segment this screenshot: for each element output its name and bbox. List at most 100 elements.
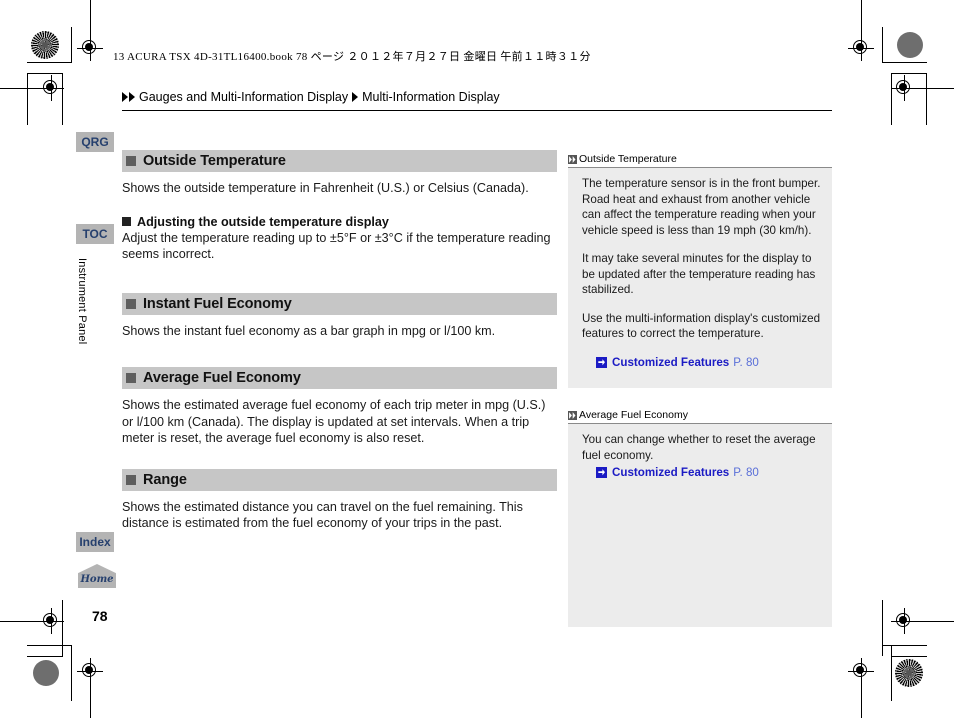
registration-rule	[89, 0, 91, 35]
crop-mark-line	[882, 600, 883, 656]
note-column: Outside Temperature The temperature sens…	[568, 153, 832, 627]
note-paragraph: Use the multi-information display's cust…	[582, 311, 821, 341]
square-bullet-icon	[126, 474, 136, 485]
double-chevron-icon	[568, 410, 577, 420]
sidebar-tab-toc[interactable]: TOC	[76, 224, 114, 244]
crop-mark-line	[891, 73, 927, 74]
print-file-header: 13 ACURA TSX 4D-31TL16400.book 78 ページ ２０…	[113, 51, 591, 63]
density-patch-solid	[33, 660, 59, 686]
sidebar-tab-index[interactable]: Index	[76, 532, 114, 552]
crop-mark-line	[882, 27, 883, 63]
registration-rule	[89, 684, 91, 718]
note-paragraph: You can change whether to reset the aver…	[582, 433, 816, 462]
density-patch-solid	[897, 32, 923, 58]
header-divider	[122, 110, 832, 111]
double-chevron-icon	[568, 154, 577, 164]
jump-arrow-icon	[596, 467, 607, 479]
note-title: Outside Temperature	[579, 153, 677, 165]
section-range: Range Shows the estimated distance you c…	[122, 468, 557, 532]
registration-target-icon	[38, 608, 64, 634]
breadcrumb-arrow-icon	[122, 92, 128, 102]
section-title: Outside Temperature	[143, 153, 286, 169]
sidebar-tab-qrg[interactable]: QRG	[76, 132, 114, 152]
section-header-bar: Instant Fuel Economy	[122, 292, 557, 315]
sidebar-tab-home[interactable]: Home	[78, 564, 116, 588]
square-bullet-icon	[122, 217, 131, 226]
subsection-title: Adjusting the outside temperature displa…	[137, 214, 389, 229]
cross-reference-link[interactable]: Customized Features P. 80	[582, 355, 822, 371]
note-body: You can change whether to reset the aver…	[568, 423, 832, 627]
registration-target-icon	[891, 608, 917, 634]
breadcrumb-level1[interactable]: Gauges and Multi-Information Display	[139, 90, 348, 104]
crop-mark-line	[882, 645, 927, 646]
note-outside-temperature: Outside Temperature The temperature sens…	[568, 153, 832, 388]
page-number: 78	[92, 608, 108, 624]
cross-reference-page: P. 80	[733, 355, 759, 369]
main-content: Outside Temperature Shows the outside te…	[122, 150, 557, 532]
registration-target-icon	[848, 35, 874, 61]
section-header-bar: Range	[122, 468, 557, 491]
cross-reference-page: P. 80	[733, 466, 759, 479]
crop-mark-line	[27, 73, 63, 74]
note-header: Outside Temperature	[568, 153, 832, 167]
breadcrumb-arrow-icon	[129, 92, 135, 102]
breadcrumb-level2[interactable]: Multi-Information Display	[362, 90, 500, 104]
registration-target-icon	[77, 658, 103, 684]
crop-mark-line	[27, 656, 63, 657]
density-patch-star	[31, 31, 59, 59]
density-patch-star	[895, 659, 923, 687]
cross-reference-label: Customized Features	[612, 355, 730, 369]
note-header: Average Fuel Economy	[568, 409, 832, 423]
note-paragraph: It may take several minutes for the disp…	[582, 252, 816, 296]
registration-rule	[0, 87, 38, 89]
square-bullet-icon	[126, 298, 136, 309]
section-header-bar: Average Fuel Economy	[122, 367, 557, 389]
crop-mark-line	[891, 656, 927, 657]
note-average-fuel-economy: Average Fuel Economy You can change whet…	[568, 409, 832, 627]
section-average-fuel-economy: Average Fuel Economy Shows the estimated…	[122, 367, 557, 447]
crop-mark-line	[71, 27, 72, 63]
section-body: Shows the instant fuel economy as a bar …	[122, 323, 496, 338]
note-body: The temperature sensor is in the front b…	[568, 167, 832, 388]
registration-target-icon	[38, 75, 64, 101]
registration-rule	[0, 620, 38, 622]
jump-arrow-icon	[596, 356, 607, 368]
crop-mark-line	[27, 645, 72, 646]
section-body: Shows the estimated average fuel economy…	[122, 398, 546, 445]
section-instant-fuel-economy: Instant Fuel Economy Shows the instant f…	[122, 292, 557, 340]
breadcrumb: Gauges and Multi-Information Display Mul…	[122, 90, 500, 104]
cross-reference-label: Customized Features	[612, 466, 730, 479]
registration-target-icon	[848, 658, 874, 684]
section-body: Shows the outside temperature in Fahrenh…	[122, 181, 529, 195]
breadcrumb-arrow-icon	[352, 92, 359, 102]
section-body: Shows the estimated distance you can tra…	[122, 499, 523, 531]
square-bullet-icon	[126, 373, 136, 383]
registration-target-icon	[77, 35, 103, 61]
cross-reference-link[interactable]: Customized Features P. 80	[582, 465, 822, 481]
sidebar-tab-home-label: Home	[80, 574, 114, 585]
section-title: Average Fuel Economy	[143, 370, 301, 386]
registration-rule	[917, 87, 954, 89]
crop-mark-line	[891, 645, 892, 701]
subsection-header: Adjusting the outside temperature displa…	[122, 215, 557, 229]
crop-mark-line	[926, 73, 927, 125]
crop-mark-line	[27, 62, 72, 63]
registration-rule	[917, 620, 954, 622]
section-outside-temperature: Outside Temperature Shows the outside te…	[122, 150, 557, 263]
subsection-body: Adjust the temperature reading up to ±5°…	[122, 230, 551, 262]
chapter-label-vertical: Instrument Panel	[76, 258, 88, 345]
section-title: Range	[143, 471, 187, 488]
note-title: Average Fuel Economy	[579, 409, 688, 421]
square-bullet-icon	[126, 156, 136, 166]
section-title: Instant Fuel Economy	[143, 295, 292, 312]
crop-mark-line	[27, 73, 28, 125]
section-header-bar: Outside Temperature	[122, 150, 557, 172]
note-paragraph: The temperature sensor is in the front b…	[582, 177, 821, 237]
registration-rule	[860, 0, 862, 35]
registration-rule	[860, 684, 862, 718]
registration-target-icon	[891, 75, 917, 101]
crop-mark-line	[882, 62, 927, 63]
